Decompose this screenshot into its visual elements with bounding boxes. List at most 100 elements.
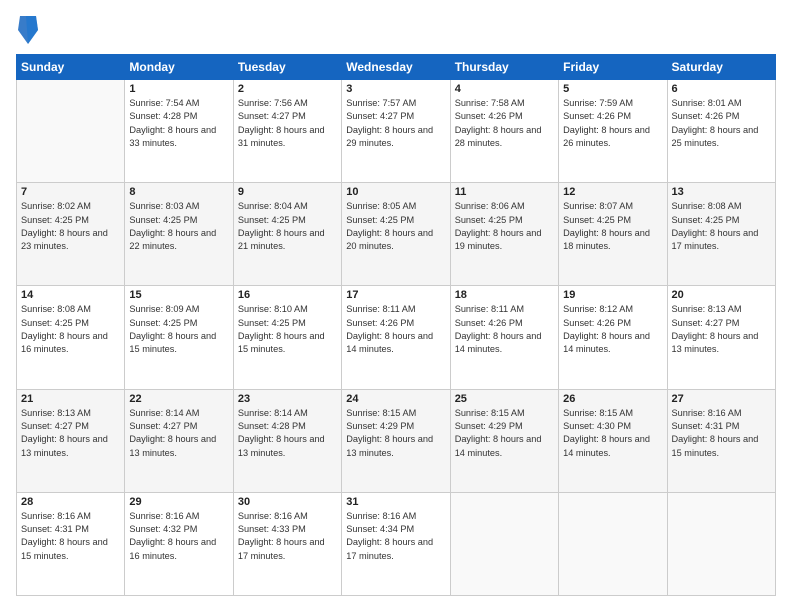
calendar-cell: 21 Sunrise: 8:13 AMSunset: 4:27 PMDayligh… xyxy=(17,389,125,492)
day-info: Sunrise: 8:08 AMSunset: 4:25 PMDaylight:… xyxy=(672,200,771,253)
day-info: Sunrise: 8:08 AMSunset: 4:25 PMDaylight:… xyxy=(21,303,120,356)
day-number: 20 xyxy=(672,289,771,301)
calendar-week-row: 21 Sunrise: 8:13 AMSunset: 4:27 PMDayligh… xyxy=(17,389,776,492)
day-number: 30 xyxy=(238,496,337,508)
day-info: Sunrise: 8:03 AMSunset: 4:25 PMDaylight:… xyxy=(129,200,228,253)
day-info: Sunrise: 8:14 AMSunset: 4:27 PMDaylight:… xyxy=(129,407,228,460)
calendar-cell: 16 Sunrise: 8:10 AMSunset: 4:25 PMDayligh… xyxy=(233,286,341,389)
day-info: Sunrise: 7:59 AMSunset: 4:26 PMDaylight:… xyxy=(563,97,662,150)
calendar-cell: 26 Sunrise: 8:15 AMSunset: 4:30 PMDayligh… xyxy=(559,389,667,492)
calendar-table: SundayMondayTuesdayWednesdayThursdayFrid… xyxy=(16,54,776,596)
day-info: Sunrise: 8:16 AMSunset: 4:32 PMDaylight:… xyxy=(129,510,228,563)
calendar-cell: 4 Sunrise: 7:58 AMSunset: 4:26 PMDaylight… xyxy=(450,80,558,183)
day-info: Sunrise: 8:02 AMSunset: 4:25 PMDaylight:… xyxy=(21,200,120,253)
day-info: Sunrise: 8:10 AMSunset: 4:25 PMDaylight:… xyxy=(238,303,337,356)
day-info: Sunrise: 8:13 AMSunset: 4:27 PMDaylight:… xyxy=(21,407,120,460)
day-number: 7 xyxy=(21,186,120,198)
day-number: 4 xyxy=(455,83,554,95)
day-number: 29 xyxy=(129,496,228,508)
day-info: Sunrise: 7:54 AMSunset: 4:28 PMDaylight:… xyxy=(129,97,228,150)
day-info: Sunrise: 8:07 AMSunset: 4:25 PMDaylight:… xyxy=(563,200,662,253)
day-number: 8 xyxy=(129,186,228,198)
day-info: Sunrise: 8:15 AMSunset: 4:29 PMDaylight:… xyxy=(455,407,554,460)
day-number: 13 xyxy=(672,186,771,198)
calendar-cell xyxy=(17,80,125,183)
day-info: Sunrise: 8:04 AMSunset: 4:25 PMDaylight:… xyxy=(238,200,337,253)
calendar-cell: 13 Sunrise: 8:08 AMSunset: 4:25 PMDayligh… xyxy=(667,183,775,286)
calendar-cell: 29 Sunrise: 8:16 AMSunset: 4:32 PMDayligh… xyxy=(125,492,233,595)
day-number: 23 xyxy=(238,393,337,405)
calendar-cell: 19Sunrise: 8:12 AMSunset: 4:26 PMDayligh… xyxy=(559,286,667,389)
day-info: Sunrise: 8:11 AMSunset: 4:26 PMDaylight:… xyxy=(455,303,554,356)
day-number: 9 xyxy=(238,186,337,198)
calendar-header-saturday: Saturday xyxy=(667,55,775,80)
day-number: 22 xyxy=(129,393,228,405)
calendar-week-row: 1 Sunrise: 7:54 AMSunset: 4:28 PMDaylight… xyxy=(17,80,776,183)
calendar-cell: 31 Sunrise: 8:16 AMSunset: 4:34 PMDayligh… xyxy=(342,492,450,595)
calendar-cell: 10Sunrise: 8:05 AMSunset: 4:25 PMDayligh… xyxy=(342,183,450,286)
day-number: 17 xyxy=(346,289,445,301)
calendar-cell: 30 Sunrise: 8:16 AMSunset: 4:33 PMDayligh… xyxy=(233,492,341,595)
calendar-cell: 28 Sunrise: 8:16 AMSunset: 4:31 PMDayligh… xyxy=(17,492,125,595)
calendar-cell: 6Sunrise: 8:01 AMSunset: 4:26 PMDaylight… xyxy=(667,80,775,183)
day-number: 16 xyxy=(238,289,337,301)
day-number: 26 xyxy=(563,393,662,405)
calendar-cell xyxy=(667,492,775,595)
day-info: Sunrise: 8:16 AMSunset: 4:34 PMDaylight:… xyxy=(346,510,445,563)
calendar-header-sunday: Sunday xyxy=(17,55,125,80)
day-info: Sunrise: 8:15 AMSunset: 4:30 PMDaylight:… xyxy=(563,407,662,460)
day-number: 15 xyxy=(129,289,228,301)
day-number: 27 xyxy=(672,393,771,405)
calendar-cell: 22 Sunrise: 8:14 AMSunset: 4:27 PMDayligh… xyxy=(125,389,233,492)
calendar-cell xyxy=(559,492,667,595)
day-info: Sunrise: 8:15 AMSunset: 4:29 PMDaylight:… xyxy=(346,407,445,460)
calendar-cell: 20 Sunrise: 8:13 AMSunset: 4:27 PMDayligh… xyxy=(667,286,775,389)
calendar-week-row: 28 Sunrise: 8:16 AMSunset: 4:31 PMDayligh… xyxy=(17,492,776,595)
calendar-cell: 1 Sunrise: 7:54 AMSunset: 4:28 PMDaylight… xyxy=(125,80,233,183)
calendar-week-row: 7 Sunrise: 8:02 AMSunset: 4:25 PMDaylight… xyxy=(17,183,776,286)
logo-icon xyxy=(18,16,38,44)
day-info: Sunrise: 8:16 AMSunset: 4:33 PMDaylight:… xyxy=(238,510,337,563)
day-number: 11 xyxy=(455,186,554,198)
day-number: 31 xyxy=(346,496,445,508)
day-number: 1 xyxy=(129,83,228,95)
day-number: 14 xyxy=(21,289,120,301)
calendar-cell: 7 Sunrise: 8:02 AMSunset: 4:25 PMDaylight… xyxy=(17,183,125,286)
day-info: Sunrise: 8:16 AMSunset: 4:31 PMDaylight:… xyxy=(21,510,120,563)
calendar-cell: 5 Sunrise: 7:59 AMSunset: 4:26 PMDaylight… xyxy=(559,80,667,183)
calendar-cell: 8 Sunrise: 8:03 AMSunset: 4:25 PMDaylight… xyxy=(125,183,233,286)
day-number: 3 xyxy=(346,83,445,95)
day-number: 10 xyxy=(346,186,445,198)
calendar-header-wednesday: Wednesday xyxy=(342,55,450,80)
day-info: Sunrise: 8:06 AMSunset: 4:25 PMDaylight:… xyxy=(455,200,554,253)
calendar-cell: 2Sunrise: 7:56 AMSunset: 4:27 PMDaylight… xyxy=(233,80,341,183)
day-number: 24 xyxy=(346,393,445,405)
day-info: Sunrise: 7:58 AMSunset: 4:26 PMDaylight:… xyxy=(455,97,554,150)
day-number: 18 xyxy=(455,289,554,301)
day-info: Sunrise: 8:13 AMSunset: 4:27 PMDaylight:… xyxy=(672,303,771,356)
day-info: Sunrise: 7:56 AMSunset: 4:27 PMDaylight:… xyxy=(238,97,337,150)
calendar-cell: 3 Sunrise: 7:57 AMSunset: 4:27 PMDaylight… xyxy=(342,80,450,183)
calendar-cell: 17Sunrise: 8:11 AMSunset: 4:26 PMDayligh… xyxy=(342,286,450,389)
calendar-cell: 12 Sunrise: 8:07 AMSunset: 4:25 PMDayligh… xyxy=(559,183,667,286)
calendar-cell: 23 Sunrise: 8:14 AMSunset: 4:28 PMDayligh… xyxy=(233,389,341,492)
day-number: 6 xyxy=(672,83,771,95)
calendar-cell: 11 Sunrise: 8:06 AMSunset: 4:25 PMDayligh… xyxy=(450,183,558,286)
day-number: 5 xyxy=(563,83,662,95)
day-info: Sunrise: 8:14 AMSunset: 4:28 PMDaylight:… xyxy=(238,407,337,460)
calendar-header-friday: Friday xyxy=(559,55,667,80)
calendar-header-monday: Monday xyxy=(125,55,233,80)
day-number: 21 xyxy=(21,393,120,405)
calendar-cell: 18 Sunrise: 8:11 AMSunset: 4:26 PMDayligh… xyxy=(450,286,558,389)
calendar-cell: 27Sunrise: 8:16 AMSunset: 4:31 PMDayligh… xyxy=(667,389,775,492)
day-number: 12 xyxy=(563,186,662,198)
day-number: 25 xyxy=(455,393,554,405)
logo xyxy=(16,16,38,44)
calendar-cell: 14 Sunrise: 8:08 AMSunset: 4:25 PMDayligh… xyxy=(17,286,125,389)
calendar-cell: 9 Sunrise: 8:04 AMSunset: 4:25 PMDaylight… xyxy=(233,183,341,286)
calendar-week-row: 14 Sunrise: 8:08 AMSunset: 4:25 PMDayligh… xyxy=(17,286,776,389)
header xyxy=(16,16,776,44)
day-info: Sunrise: 7:57 AMSunset: 4:27 PMDaylight:… xyxy=(346,97,445,150)
day-number: 28 xyxy=(21,496,120,508)
calendar-cell: 24 Sunrise: 8:15 AMSunset: 4:29 PMDayligh… xyxy=(342,389,450,492)
